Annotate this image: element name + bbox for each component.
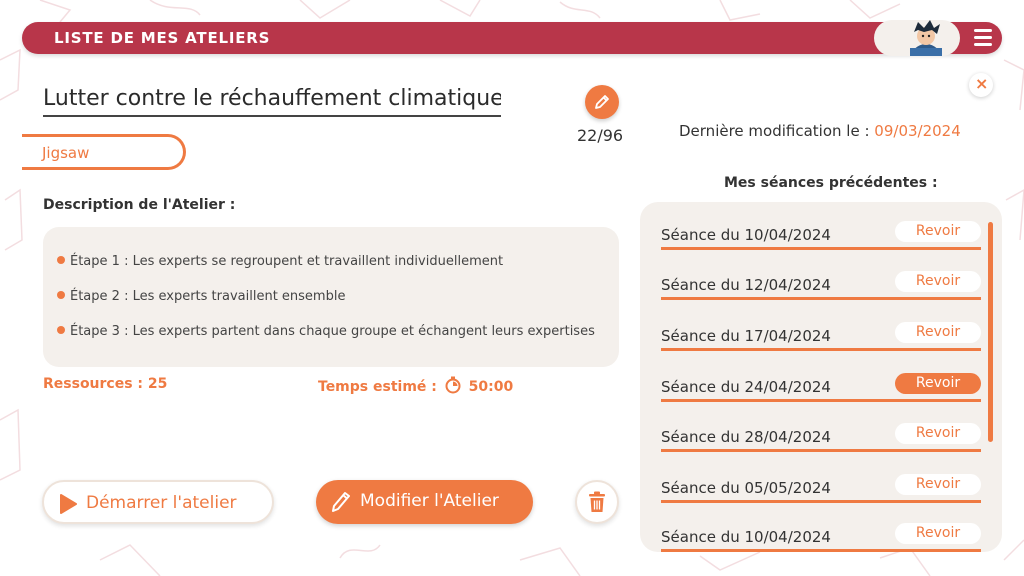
header-bar: LISTE DE MES ATELIERS — [22, 20, 1002, 56]
description-box: Étape 1 : Les experts se regroupent et t… — [43, 227, 619, 367]
step-item: Étape 1 : Les experts se regroupent et t… — [57, 254, 503, 269]
revoir-button[interactable]: Revoir — [895, 523, 981, 544]
session-row: Séance du 28/04/2024 Revoir — [661, 422, 981, 452]
revoir-button[interactable]: Revoir — [895, 221, 981, 242]
step-item: Étape 2 : Les experts travaillent ensemb… — [57, 289, 345, 304]
session-row: Séance du 10/04/2024 Revoir — [661, 220, 981, 250]
sessions-list: Séance du 10/04/2024 Revoir Séance du 12… — [640, 202, 1002, 552]
revoir-button[interactable]: Revoir — [895, 474, 981, 495]
step-text: Étape 2 : Les experts travaillent ensemb… — [70, 289, 346, 304]
start-atelier-label: Démarrer l'atelier — [86, 493, 237, 513]
session-row: Séance du 24/04/2024 Revoir — [661, 372, 981, 402]
resources-count: Ressources : 25 — [43, 376, 168, 392]
close-icon: × — [975, 74, 989, 93]
sessions-scrollbar[interactable] — [988, 222, 993, 442]
session-label: Séance du 10/04/2024 — [661, 528, 831, 546]
atelier-type-field[interactable]: Jigsaw — [22, 134, 186, 170]
last-modified: Dernière modification le : 09/03/2024 — [679, 122, 961, 140]
start-atelier-button[interactable]: Démarrer l'atelier — [42, 480, 274, 524]
edit-atelier-label: Modifier l'Atelier — [360, 491, 499, 511]
last-modified-label: Dernière modification le : — [679, 122, 870, 140]
bullet-icon — [57, 256, 65, 264]
pencil-icon — [595, 95, 609, 109]
atelier-title: Lutter contre le réchauffement climatiqu… — [43, 86, 501, 117]
step-text: Étape 3 : Les experts partent dans chaqu… — [70, 324, 595, 339]
step-item: Étape 3 : Les experts partent dans chaqu… — [57, 324, 595, 339]
atelier-type-label: Jigsaw — [42, 144, 90, 162]
play-icon — [60, 494, 77, 514]
avatar[interactable] — [874, 20, 960, 56]
session-label: Séance du 24/04/2024 — [661, 378, 831, 396]
session-row: Séance du 10/04/2024 Revoir — [661, 522, 981, 552]
revoir-button[interactable]: Revoir — [895, 423, 981, 444]
session-label: Séance du 17/04/2024 — [661, 327, 831, 345]
session-row: Séance du 17/04/2024 Revoir — [661, 321, 981, 351]
hamburger-icon[interactable] — [974, 29, 992, 47]
step-text: Étape 1 : Les experts se regroupent et t… — [70, 254, 504, 269]
revoir-button[interactable]: Revoir — [895, 271, 981, 292]
session-label: Séance du 12/04/2024 — [661, 276, 831, 294]
bullet-icon — [57, 326, 65, 334]
session-label: Séance du 05/05/2024 — [661, 479, 831, 497]
trash-icon — [589, 491, 605, 512]
page-title: LISTE DE MES ATELIERS — [54, 29, 271, 47]
session-row: Séance du 12/04/2024 Revoir — [661, 270, 981, 300]
delete-atelier-button[interactable] — [575, 480, 619, 524]
revoir-button[interactable]: Revoir — [895, 373, 981, 394]
avatar-image — [910, 20, 942, 56]
session-label: Séance du 28/04/2024 — [661, 428, 831, 446]
edit-atelier-button[interactable]: Modifier l'Atelier — [316, 480, 533, 524]
time-value: 50:00 — [468, 379, 514, 395]
character-counter: 22/96 — [577, 126, 624, 145]
bullet-icon — [57, 291, 65, 299]
estimated-time: Temps estimé : 50:00 — [318, 376, 513, 395]
pencil-icon — [332, 492, 350, 512]
stopwatch-icon — [445, 376, 461, 394]
last-modified-date: 09/03/2024 — [874, 122, 961, 140]
revoir-button[interactable]: Revoir — [895, 322, 981, 343]
sessions-title: Mes séances précédentes : — [724, 175, 938, 191]
description-label: Description de l'Atelier : — [43, 197, 236, 213]
close-button[interactable]: × — [969, 73, 993, 97]
edit-title-button[interactable] — [585, 85, 619, 119]
time-label: Temps estimé : — [318, 379, 437, 395]
session-row: Séance du 05/05/2024 Revoir — [661, 473, 981, 503]
session-label: Séance du 10/04/2024 — [661, 226, 831, 244]
